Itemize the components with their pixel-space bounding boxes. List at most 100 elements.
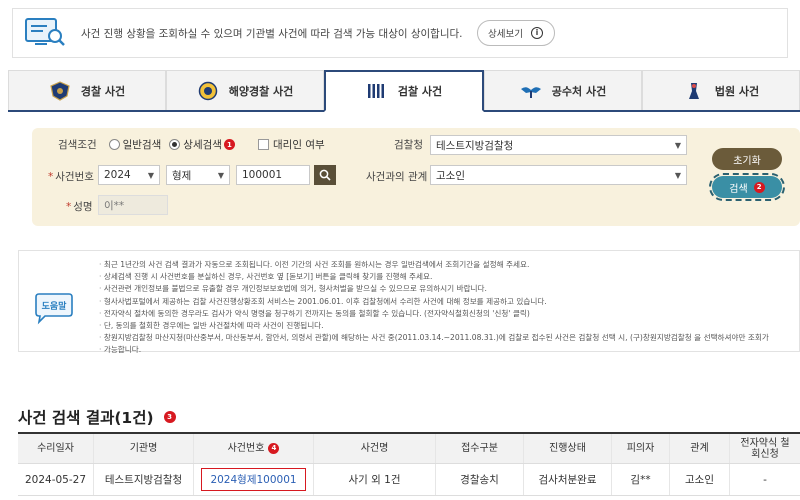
results-title-row: 사건 검색 결과(1건) 3 (18, 406, 176, 428)
prosecution-emblem-icon (367, 84, 384, 98)
tab-label: 검찰 사건 (397, 85, 443, 98)
agency-tabs: 경찰 사건 해양경찰 사건 검찰 사건 공수처 사건 법원 사건 (8, 70, 800, 112)
step-badge-4: 4 (268, 443, 280, 454)
table-cell-case-no: 2024형제100001 (194, 464, 314, 495)
step-badge-2: 2 (753, 181, 765, 193)
help-box: 도움말 최근 1년간의 사건 검색 결과가 자동으로 조회됩니다. 이전 기간의… (18, 250, 800, 354)
name-input[interactable]: 이** (98, 195, 168, 215)
table-cell: - (763, 473, 767, 486)
tab-coast-guard[interactable]: 해양경찰 사건 (166, 70, 324, 110)
search-label: 검색 (729, 183, 748, 195)
chevron-down-icon: ▼ (674, 140, 681, 150)
name-label-row: * 성명 (66, 199, 93, 214)
help-item: 단, 동의를 철회한 경우에는 일반 사건절차에 따라 사건이 진행됩니다. (99, 320, 769, 332)
tab-label: 경찰 사건 (80, 84, 126, 98)
name-value: 이** (104, 199, 125, 212)
results-title: 사건 검색 결과(1건) (18, 409, 154, 427)
header-cell: 사건명 (314, 434, 436, 463)
tab-police[interactable]: 경찰 사건 (8, 70, 166, 110)
help-list: 최근 1년간의 사건 검색 결과가 자동으로 조회됩니다. 이전 기간의 사건 … (99, 259, 769, 357)
radio-general[interactable] (108, 139, 120, 150)
cio-emblem-icon (520, 86, 541, 98)
monitor-search-icon (25, 18, 65, 46)
info-icon: i (530, 27, 543, 39)
table-cell: 경찰송치 (436, 464, 524, 495)
detail-view-label: 상세보기 (488, 29, 523, 40)
step-badge-1: 1 (223, 139, 235, 150)
help-item: 형사사법포털에서 제공하는 검찰 사건진행상황조회 서비스는 2001.06.0… (99, 296, 769, 308)
office-row: 검찰청 (394, 137, 423, 152)
notice-bar: 사건 진행 상황을 조회하실 수 있으며 기관별 사건에 따라 검색 가능 대상… (12, 8, 788, 58)
help-icon-label: 도움말 (42, 300, 68, 312)
case-number-link[interactable]: 2024형제100001 (201, 468, 306, 491)
radio-detail-label: 상세검색 (183, 139, 222, 151)
year-select[interactable]: 2024 ▼ (98, 165, 160, 185)
table-cell: 검사처분완료 (524, 464, 612, 495)
required-mark: * (66, 200, 72, 213)
table-cell: 2024-05-27 (18, 464, 94, 495)
relation-label: 사건과의 관계 (366, 171, 428, 183)
radio-general-label: 일반검색 (122, 139, 162, 151)
search-panel: 검색조건 일반검색 상세검색 1 대리인 여부 검찰청 테스트지방검찰청 ▼ *… (32, 128, 800, 226)
proxy-checkbox[interactable] (258, 139, 269, 150)
court-emblem-icon (688, 82, 699, 99)
help-item: 상세검색 진행 시 사건번호를 분실하신 경우, 사건번호 옆 [돋보기] 버튼… (99, 271, 769, 283)
help-item: 사건관련 개인정보를 불법으로 유출할 경우 개인정보보호법에 의거, 형사처벌… (99, 283, 769, 295)
office-value: 테스트지방검찰청 (436, 139, 514, 152)
help-item: 전자약식 절차에 동의한 경우라도 검사가 약식 명령을 청구하기 전까지는 동… (99, 308, 769, 320)
tab-court[interactable]: 법원 사건 (642, 70, 800, 110)
chevron-down-icon: ▼ (674, 170, 681, 180)
relation-row: 사건과의 관계 (366, 169, 427, 184)
detail-view-button[interactable]: 상세보기 i (476, 20, 555, 46)
help-item: 최근 1년간의 사건 검색 결과가 자동으로 조회됩니다. 이전 기간의 사건 … (99, 259, 769, 271)
header-cell: 전자약식 철회신청 (740, 437, 790, 460)
coast-guard-emblem-icon (198, 81, 217, 100)
header-cell: 진행상태 (524, 434, 612, 463)
proxy-row: 대리인 여부 (258, 137, 325, 152)
case-number-value: 100001 (242, 169, 283, 181)
search-condition-row: 검색조건 일반검색 상세검색 1 (58, 137, 235, 152)
header-label: 사건번호 (227, 443, 265, 454)
case-search-button[interactable] (314, 165, 336, 185)
header-cell: 접수구분 (436, 434, 524, 463)
radio-detail[interactable] (169, 139, 181, 150)
magnifier-icon (319, 169, 331, 181)
name-label: 성명 (73, 201, 93, 213)
tab-prosecution[interactable]: 검찰 사건 (324, 70, 484, 112)
header-cell: 피의자 (612, 434, 670, 463)
table-header: 수리일자 기관명 사건번호 4 사건명 접수구분 진행상태 피의자 관계 전자약… (18, 434, 800, 464)
help-item: 가능합니다. (99, 344, 769, 356)
case-number-input[interactable]: 100001 (236, 165, 310, 185)
condition-label: 검색조건 (58, 139, 97, 151)
header-cell-case-no: 사건번호 4 (194, 434, 314, 463)
case-type-select[interactable]: 형제 ▼ (166, 165, 230, 185)
step-badge-3: 3 (163, 411, 176, 423)
table-cell: 고소인 (670, 464, 730, 495)
chevron-down-icon: ▼ (217, 170, 224, 180)
table-cell: 테스트지방검찰청 (94, 464, 194, 495)
relation-select[interactable]: 고소인 ▼ (430, 165, 687, 185)
tab-label: 공수처 사건 (551, 84, 607, 98)
chevron-down-icon: ▼ (147, 170, 154, 180)
office-label: 검찰청 (394, 139, 423, 151)
police-emblem-icon (50, 80, 70, 101)
reset-button[interactable]: 초기화 (712, 148, 782, 170)
proxy-label: 대리인 여부 (273, 139, 325, 151)
table-cell: 김** (612, 464, 670, 495)
office-select[interactable]: 테스트지방검찰청 ▼ (430, 135, 687, 155)
help-item: 창원지방검찰청 마산지청(마산중부서, 마산동부서, 함안서, 의령서 관할)에… (99, 332, 769, 344)
table-cell: 사기 외 1건 (314, 464, 436, 495)
header-cell: 관계 (670, 434, 730, 463)
search-button[interactable]: 검색 2 (709, 173, 785, 201)
header-cell: 수리일자 (18, 434, 94, 463)
case-no-label-row: * 사건번호 (48, 169, 94, 184)
relation-value: 고소인 (436, 169, 465, 182)
year-value: 2024 (104, 169, 131, 181)
tab-label: 법원 사건 (714, 84, 760, 98)
header-cell: 기관명 (94, 434, 194, 463)
case-type-value: 형제 (172, 169, 192, 182)
reset-label: 초기화 (733, 155, 761, 167)
notice-text: 사건 진행 상황을 조회하실 수 있으며 기관별 사건에 따라 검색 가능 대상… (81, 27, 463, 40)
tab-cio[interactable]: 공수처 사건 (484, 70, 642, 110)
table-row: 2024-05-27 테스트지방검찰청 2024형제100001 사기 외 1건… (18, 464, 800, 496)
